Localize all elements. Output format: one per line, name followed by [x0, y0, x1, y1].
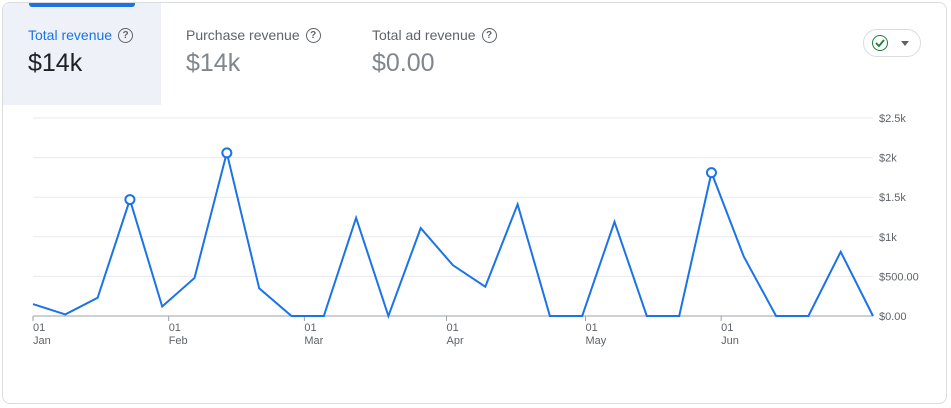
y-tick-label: $2k [879, 153, 897, 165]
x-tick-month: Jun [721, 335, 739, 347]
x-tick-day: 01 [721, 322, 733, 334]
x-tick-day: 01 [304, 322, 316, 334]
y-tick-label: $0.00 [879, 311, 907, 323]
x-tick-month: Feb [169, 335, 188, 347]
anomaly-point [705, 167, 717, 179]
x-tick-month: Apr [447, 335, 464, 347]
revenue-card: Total revenue ? $14k Purchase revenue ? … [2, 2, 947, 404]
x-tick-day: 01 [169, 322, 181, 334]
anomaly-point [221, 147, 233, 159]
x-tick-day: 01 [447, 322, 459, 334]
anomaly-point [124, 194, 136, 206]
y-tick-label: $1.5k [879, 192, 906, 204]
x-tick-month: Mar [304, 335, 323, 347]
x-tick-month: Jan [33, 335, 51, 347]
x-tick-day: 01 [585, 322, 597, 334]
x-tick-day: 01 [33, 322, 45, 334]
y-tick-label: $1k [879, 232, 897, 244]
x-tick-month: May [585, 335, 606, 347]
revenue-line-chart: $0.00$500.00$1k$1.5k$2k$2.5k01Jan01Feb01… [32, 113, 919, 347]
y-tick-label: $500.00 [879, 271, 919, 283]
y-tick-label: $2.5k [879, 113, 906, 125]
series-line [32, 152, 874, 320]
